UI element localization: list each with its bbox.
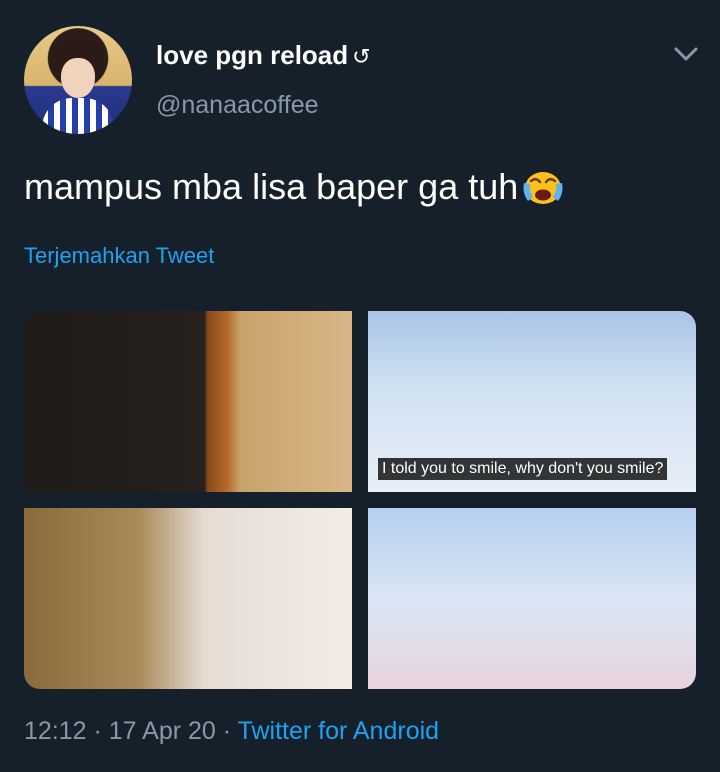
avatar-shirt — [42, 98, 114, 134]
tweet: love pgn reload ↺ @nanaacoffee mampus mba… — [0, 0, 720, 772]
footer-separator-2: · — [215, 717, 238, 745]
tweet-body: mampus mba lisa baper ga tuh — [24, 166, 519, 207]
tweet-time: 12:12 — [24, 717, 87, 745]
avatar-face — [61, 58, 95, 98]
media-photo-3[interactable] — [24, 508, 352, 689]
avatar[interactable] — [24, 26, 132, 134]
media-photo-2[interactable]: I told you to smile, why don't you smile… — [368, 311, 696, 492]
display-name[interactable]: love pgn reload ↺ — [156, 40, 371, 71]
media-grid: I told you to smile, why don't you smile… — [24, 311, 696, 689]
tweet-footer: 12:12 · 17 Apr 20 · Twitter for Android — [24, 717, 439, 746]
tweet-text: mampus mba lisa baper ga tuh — [24, 166, 566, 208]
tweet-source-link[interactable]: Twitter for Android — [238, 717, 439, 745]
display-name-text: love pgn reload — [156, 40, 349, 70]
media-photo-1[interactable] — [24, 311, 352, 492]
loudly-crying-face-icon — [523, 172, 563, 204]
chevron-down-icon[interactable] — [672, 44, 700, 64]
name-suffix: ↺ — [352, 44, 371, 69]
media-photo-4[interactable] — [368, 508, 696, 689]
translate-tweet-link[interactable]: Terjemahkan Tweet — [24, 243, 214, 269]
footer-separator: · — [86, 717, 109, 745]
photo-subtitle: I told you to smile, why don't you smile… — [378, 458, 668, 480]
user-handle[interactable]: @nanaacoffee — [156, 91, 319, 120]
tweet-date: 17 Apr 20 — [108, 717, 216, 745]
